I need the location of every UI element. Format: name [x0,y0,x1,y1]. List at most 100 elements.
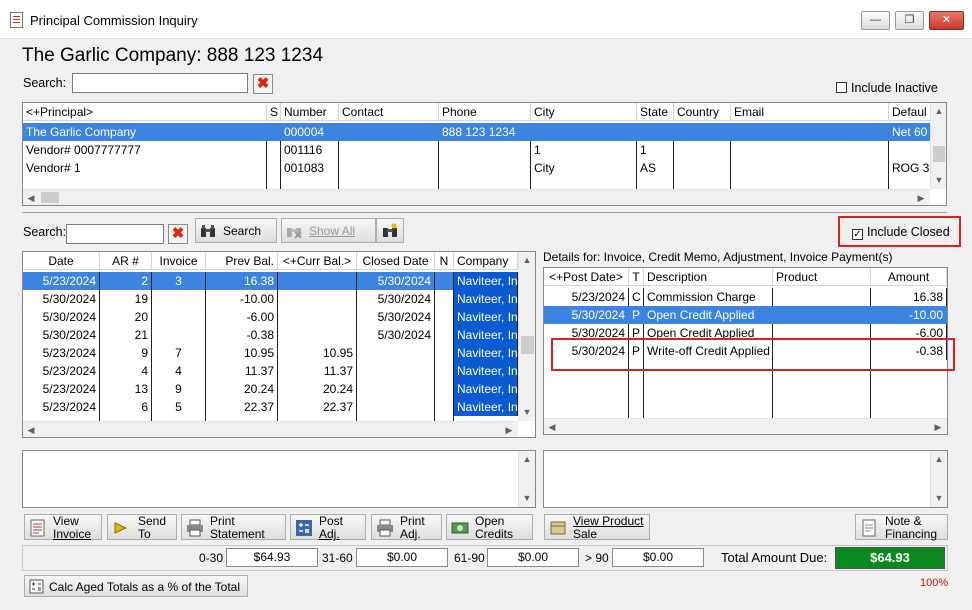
col-number[interactable]: Number [281,103,339,121]
col-n[interactable]: N [435,252,454,270]
col-invoice[interactable]: Invoice [152,252,206,270]
col-state[interactable]: State [637,103,674,121]
col-amount[interactable]: Amount [871,268,947,286]
col-product[interactable]: Product [773,268,871,286]
col-company[interactable]: Company [454,252,518,270]
post-adj-label: Post Adj. [319,514,344,541]
cell-n [435,326,454,344]
col-phone[interactable]: Phone [439,103,531,121]
show-all-button[interactable]: Show All [281,218,376,243]
col-principal[interactable]: <+Principal> [23,103,267,121]
table-row[interactable]: 5/23/2024 4 4 11.37 11.37 Naviteer, In [23,362,518,380]
view-invoice-button[interactable]: View Invoice [24,514,102,541]
col-ar-number[interactable]: AR # [100,252,152,270]
table-row[interactable]: 5/23/2024 9 7 10.95 10.95 Naviteer, In [23,344,518,362]
search-button[interactable]: Search [195,218,277,243]
clear-search-icon[interactable]: ✖ [253,74,273,94]
col-type[interactable]: T [629,268,644,286]
col-email[interactable]: Email [731,103,889,121]
vertical-scrollbar[interactable]: ▲ ▼ [930,103,946,189]
print-adj-button[interactable]: Print Adj. [371,514,442,541]
col-curr-bal[interactable]: <+Curr Bal.> [278,252,357,270]
binoculars-icon [201,225,215,237]
send-to-button[interactable]: Send To [107,514,177,541]
calc-aged-totals-button[interactable]: Calc Aged Totals as a % of the Total [24,575,248,597]
aging-61-90-label: 61-90 [454,551,485,565]
page-title: The Garlic Company: 888 123 1234 [22,45,324,66]
advanced-search-button[interactable] [376,218,404,243]
ar-horizontal-scrollbar[interactable]: ◀ ▶ [23,421,518,437]
search-button-label: Search [223,224,262,238]
binoculars-x-icon [287,228,302,239]
col-contact[interactable]: Contact [339,103,439,121]
cell-closed: 5/30/2024 [357,290,435,308]
table-row[interactable]: Vendor# 1 001083 City AS ROG 3 [23,159,931,177]
table-row[interactable]: 5/30/2024 21 -0.38 5/30/2024 Naviteer, In [23,326,518,344]
horizontal-scrollbar[interactable]: ◀ ▶ [23,189,930,205]
view-product-sale-button[interactable]: View Product Sale [544,514,650,541]
cell-country [674,141,731,159]
post-adj-button[interactable]: Post Adj. [290,514,366,541]
table-row[interactable]: 5/30/2024 20 -6.00 5/30/2024 Naviteer, In [23,308,518,326]
checkbox-icon[interactable] [836,82,847,93]
table-row[interactable]: 5/30/2024 19 -10.00 5/30/2024 Naviteer, In [23,290,518,308]
col-s[interactable]: S [267,103,281,121]
zoom-level: 100% [920,577,949,589]
include-inactive-checkbox[interactable]: Include Inactive [836,81,938,95]
principal-search-input[interactable] [72,73,248,93]
cell-company: Naviteer, In [454,290,518,308]
cell-contact [339,141,439,159]
col-country[interactable]: Country [674,103,731,121]
cell-date: 5/23/2024 [23,344,100,362]
col-closed-date[interactable]: Closed Date [357,252,435,270]
cell-n [435,380,454,398]
open-credits-button[interactable]: Open Credits [446,514,533,541]
cell-date: 5/23/2024 [23,398,100,416]
table-row[interactable]: 5/30/2024 P Open Credit Applied -10.00 [544,306,947,324]
cell-n [435,272,454,290]
minimize-button[interactable]: — [861,11,890,30]
table-row[interactable]: 5/23/2024 6 5 22.37 22.37 Naviteer, In [23,398,518,416]
table-row[interactable]: Vendor# 0007777777 001116 1 1 [23,141,931,159]
col-city[interactable]: City [531,103,637,121]
print-statement-button[interactable]: Print Statement [181,514,286,541]
col-description[interactable]: Description [644,268,773,286]
ar-vertical-scrollbar[interactable]: ▲ ▼ [518,252,535,421]
cell-email [731,123,889,141]
include-closed-checkbox[interactable]: ✓ Include Closed [852,225,950,240]
cell-ar: 13 [100,380,152,398]
aging-31-60-label: 31-60 [322,551,353,565]
view-product-sale-label: View Product Sale [573,514,644,541]
total-due-value: $64.93 [835,547,945,569]
column-line [338,177,339,189]
col-post-date[interactable]: <+Post Date> [544,268,629,286]
search-label: Search: [23,76,67,90]
notes-area-left[interactable]: ▲ ▼ [22,450,536,508]
ar-grid[interactable]: Date AR # Invoice Prev Bal. <+Curr Bal.>… [22,251,536,438]
table-row[interactable]: 5/23/2024 2 3 16.38 5/30/2024 Naviteer, In [23,272,518,290]
ar-search-input[interactable] [66,224,164,244]
restore-button[interactable]: ❐ [895,11,924,30]
cell-closed [357,344,435,362]
calc-aged-totals-label: Calc Aged Totals as a % of the Total [49,580,241,594]
clear-ar-search-icon[interactable]: ✖ [168,224,188,244]
close-button[interactable]: ✕ [929,11,964,30]
notes-area-right[interactable]: ▲ ▼ [543,450,948,508]
table-row[interactable]: 5/23/2024 C Commission Charge 16.38 [544,288,947,306]
cell-closed [357,380,435,398]
column-line [277,416,278,421]
details-horizontal-scrollbar[interactable]: ◀ ▶ [544,418,947,434]
principals-grid[interactable]: <+Principal> S Number Contact Phone City… [22,102,947,206]
table-row[interactable]: The Garlic Company 000004 888 123 1234 Net … [23,123,931,141]
percent-calc-icon [29,579,44,594]
col-prev-bal[interactable]: Prev Bal. [206,252,278,270]
cell-curr [278,272,357,290]
checkmark-icon[interactable]: ✓ [852,229,863,240]
printer-icon [187,519,203,537]
col-default[interactable]: Defaul [889,103,931,121]
col-date[interactable]: Date [23,252,100,270]
cell-prev: 20.24 [206,380,278,398]
table-row[interactable]: 5/23/2024 13 9 20.24 20.24 Naviteer, In [23,380,518,398]
note-financing-button[interactable]: Note & Financing [855,514,948,541]
cell-curr: 20.24 [278,380,357,398]
